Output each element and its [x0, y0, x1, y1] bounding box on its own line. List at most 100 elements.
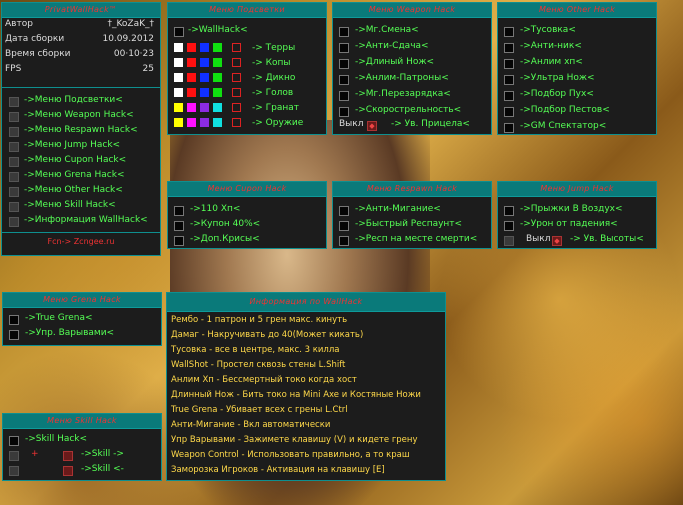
option-label[interactable]: ->Анлим-Патроны< — [355, 73, 449, 83]
color-swatch[interactable] — [213, 118, 222, 127]
color-swatch[interactable] — [213, 43, 222, 52]
option-label[interactable]: ->110 Хп< — [190, 204, 240, 214]
skill-checkbox[interactable] — [9, 436, 19, 446]
menu-checkbox[interactable] — [9, 172, 19, 182]
option-checkbox[interactable] — [504, 59, 514, 69]
option-label[interactable]: ->Урон от падения< — [520, 219, 618, 229]
skill-box[interactable] — [9, 466, 19, 476]
color-swatch[interactable] — [213, 88, 222, 97]
color-toggle[interactable] — [232, 88, 241, 97]
option-label[interactable]: ->Тусовка< — [520, 25, 576, 35]
color-swatch[interactable] — [200, 103, 209, 112]
color-swatch[interactable] — [174, 58, 183, 67]
option-checkbox[interactable] — [339, 221, 349, 231]
menu-item[interactable]: ->Меню Cupon Hack< — [24, 155, 126, 165]
option-label[interactable]: ->Быстрый Респаунт< — [355, 219, 462, 229]
menu-item[interactable]: ->Меню Подсветки< — [24, 95, 123, 105]
menu-checkbox[interactable] — [9, 112, 19, 122]
menu-item[interactable]: ->Информация WallHack< — [24, 215, 148, 225]
skill-row-box[interactable] — [9, 451, 19, 461]
color-toggle[interactable] — [232, 103, 241, 112]
color-swatch[interactable] — [187, 103, 196, 112]
jump-height-toggle[interactable]: ◆ — [552, 236, 562, 246]
menu-item[interactable]: ->Меню Respawn Hack< — [24, 125, 138, 135]
option-checkbox[interactable] — [504, 123, 514, 133]
option-label[interactable]: ->Подбор Пестов< — [520, 105, 610, 115]
skill-label[interactable]: ->Skill Hack< — [25, 434, 87, 444]
option-checkbox[interactable] — [504, 27, 514, 37]
option-label[interactable]: ->Скорострельность< — [355, 105, 461, 115]
menu-item[interactable]: ->Меню Grena Hack< — [24, 170, 125, 180]
option-label[interactable]: ->Доп.Крисы< — [190, 234, 260, 244]
option-label[interactable]: ->Упр. Варывами< — [25, 328, 114, 338]
jump-height-checkbox[interactable] — [504, 236, 514, 246]
option-label[interactable]: ->Подбор Пух< — [520, 89, 594, 99]
color-swatch[interactable] — [213, 58, 222, 67]
option-checkbox[interactable] — [504, 91, 514, 101]
color-toggle[interactable] — [232, 43, 241, 52]
color-toggle[interactable] — [232, 118, 241, 127]
menu-checkbox[interactable] — [9, 202, 19, 212]
option-label[interactable]: ->GM Спектатор< — [520, 121, 606, 131]
menu-checkbox[interactable] — [9, 217, 19, 227]
color-swatch[interactable] — [200, 88, 209, 97]
menu-item[interactable]: ->Меню Other Hack< — [24, 185, 123, 195]
color-swatch[interactable] — [213, 73, 222, 82]
menu-item[interactable]: ->Меню Skill Hack< — [24, 200, 116, 210]
wallhack-checkbox[interactable] — [174, 27, 184, 37]
color-swatch[interactable] — [187, 73, 196, 82]
menu-checkbox[interactable] — [9, 157, 19, 167]
option-checkbox[interactable] — [339, 91, 349, 101]
option-label[interactable]: ->Ультра Нож< — [520, 73, 595, 83]
option-checkbox[interactable] — [174, 236, 184, 246]
option-label[interactable]: ->Анти-Сдача< — [355, 41, 429, 51]
option-label[interactable]: ->Длиный Нож< — [355, 57, 434, 67]
jump-height-label[interactable]: -> Ув. Высоты< — [570, 234, 644, 244]
option-checkbox[interactable] — [504, 43, 514, 53]
menu-checkbox[interactable] — [9, 187, 19, 197]
option-checkbox[interactable] — [504, 221, 514, 231]
option-checkbox[interactable] — [339, 236, 349, 246]
option-checkbox[interactable] — [339, 206, 349, 216]
option-checkbox[interactable] — [339, 43, 349, 53]
option-checkbox[interactable] — [339, 59, 349, 69]
option-label[interactable]: ->Мг.Смена< — [355, 25, 419, 35]
color-swatch[interactable] — [187, 43, 196, 52]
option-label[interactable]: ->Анти-Мигание< — [355, 204, 441, 214]
option-label[interactable]: ->Анлим хп< — [520, 57, 583, 67]
option-checkbox[interactable] — [504, 75, 514, 85]
option-checkbox[interactable] — [9, 315, 19, 325]
color-swatch[interactable] — [187, 58, 196, 67]
color-swatch[interactable] — [174, 88, 183, 97]
menu-item[interactable]: ->Меню Jump Hack< — [24, 140, 120, 150]
option-label[interactable]: ->Мг.Перезарядка< — [355, 89, 451, 99]
option-checkbox[interactable] — [504, 107, 514, 117]
menu-checkbox[interactable] — [9, 142, 19, 152]
option-label[interactable]: ->Респ на месте смерти< — [355, 234, 477, 244]
option-checkbox[interactable] — [339, 27, 349, 37]
color-swatch[interactable] — [174, 103, 183, 112]
weapon-scope-toggle[interactable]: ◆ — [367, 121, 377, 131]
option-checkbox[interactable] — [504, 206, 514, 216]
color-swatch[interactable] — [174, 73, 183, 82]
color-toggle[interactable] — [232, 58, 241, 67]
color-swatch[interactable] — [187, 118, 196, 127]
menu-checkbox[interactable] — [9, 127, 19, 137]
color-swatch[interactable] — [200, 118, 209, 127]
skill-step-label[interactable]: ->Skill -> — [81, 449, 124, 459]
skill-adjust-button[interactable] — [63, 466, 73, 476]
wallhack-label[interactable]: ->WallHack< — [188, 25, 248, 35]
weapon-scope-label[interactable]: -> Ув. Прицела< — [391, 119, 470, 129]
menu-checkbox[interactable] — [9, 97, 19, 107]
option-label[interactable]: ->True Grena< — [25, 313, 93, 323]
option-label[interactable]: ->Прыжки В Воздух< — [520, 204, 623, 214]
option-checkbox[interactable] — [339, 75, 349, 85]
color-swatch[interactable] — [200, 43, 209, 52]
skill-adjust-button[interactable] — [63, 451, 73, 461]
color-swatch[interactable] — [200, 73, 209, 82]
skill-step-label[interactable]: ->Skill <- — [81, 464, 124, 474]
option-checkbox[interactable] — [174, 206, 184, 216]
color-swatch[interactable] — [200, 58, 209, 67]
color-swatch[interactable] — [174, 118, 183, 127]
color-toggle[interactable] — [232, 73, 241, 82]
